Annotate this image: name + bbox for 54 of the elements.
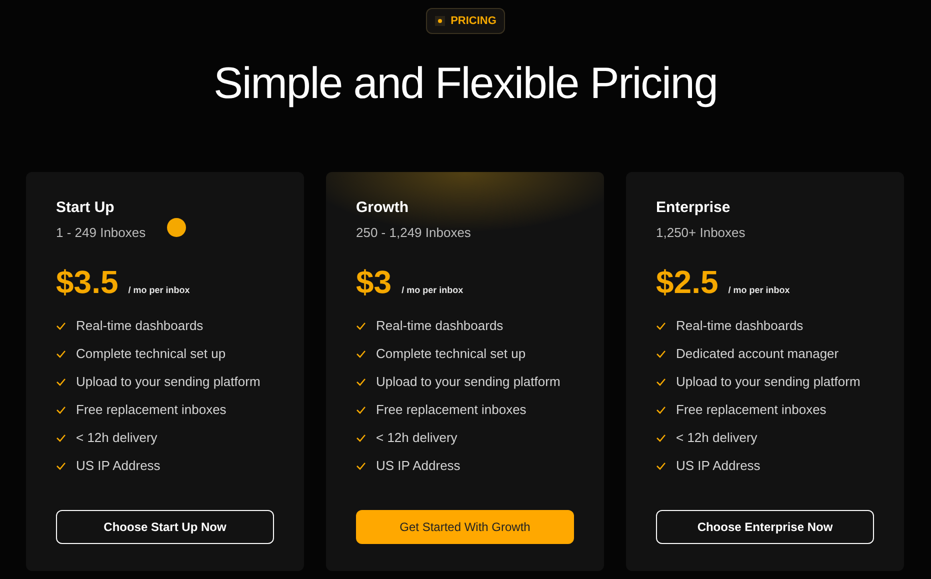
check-icon	[356, 378, 366, 386]
feature-text: Real-time dashboards	[376, 317, 504, 336]
pricing-badge: PRICING	[426, 8, 506, 34]
price: $3.5	[56, 263, 118, 302]
feature-text: Free replacement inboxes	[676, 401, 826, 420]
feature-text: Upload to your sending platform	[676, 373, 860, 392]
choose-plan-button[interactable]: Choose Enterprise Now	[656, 510, 874, 544]
check-icon	[56, 434, 66, 442]
feature-text: Real-time dashboards	[76, 317, 204, 336]
price: $2.5	[656, 263, 718, 302]
plan-name: Start Up	[56, 198, 116, 218]
plan-name: Growth	[356, 198, 410, 218]
feature-text: Dedicated account manager	[676, 345, 839, 364]
choose-plan-button[interactable]: Choose Start Up Now	[56, 510, 274, 544]
price-unit: / mo per inbox	[128, 284, 190, 297]
check-icon	[356, 434, 366, 442]
sun-icon	[434, 16, 445, 26]
page-title: Simple and Flexible Pricing	[214, 58, 718, 110]
check-icon	[56, 378, 66, 386]
check-icon	[656, 462, 666, 470]
feature-text: < 12h delivery	[76, 429, 158, 448]
plan-name: Enterprise	[656, 198, 732, 218]
feature-text: Complete technical set up	[376, 345, 526, 364]
feature-text: US IP Address	[76, 457, 160, 476]
choose-plan-button[interactable]: Get Started With Growth	[356, 510, 574, 544]
feature-text: < 12h delivery	[376, 429, 458, 448]
price-unit: / mo per inbox	[728, 284, 790, 297]
check-icon	[656, 350, 666, 358]
check-icon	[56, 462, 66, 470]
check-icon	[56, 322, 66, 330]
feature-text: < 12h delivery	[676, 429, 758, 448]
feature-text: Free replacement inboxes	[376, 401, 526, 420]
feature-text: US IP Address	[676, 457, 760, 476]
check-icon	[356, 350, 366, 358]
price-unit: / mo per inbox	[402, 284, 464, 297]
check-icon	[656, 406, 666, 414]
check-icon	[656, 434, 666, 442]
feature-text: Real-time dashboards	[676, 317, 804, 336]
feature-text: Upload to your sending platform	[376, 373, 560, 392]
check-icon	[356, 322, 366, 330]
check-icon	[356, 406, 366, 414]
feature-text: US IP Address	[376, 457, 460, 476]
check-icon	[56, 406, 66, 414]
inbox-range: 1,250+ Inboxes	[656, 224, 746, 242]
price: $3	[356, 263, 392, 302]
feature-text: Upload to your sending platform	[76, 373, 260, 392]
inbox-range: 250 - 1,249 Inboxes	[356, 224, 471, 242]
check-icon	[656, 322, 666, 330]
check-icon	[656, 378, 666, 386]
feature-text: Complete technical set up	[76, 345, 226, 364]
inbox-range: 1 - 249 Inboxes	[56, 224, 146, 242]
feature-text: Free replacement inboxes	[76, 401, 226, 420]
check-icon	[56, 350, 66, 358]
check-icon	[356, 462, 366, 470]
